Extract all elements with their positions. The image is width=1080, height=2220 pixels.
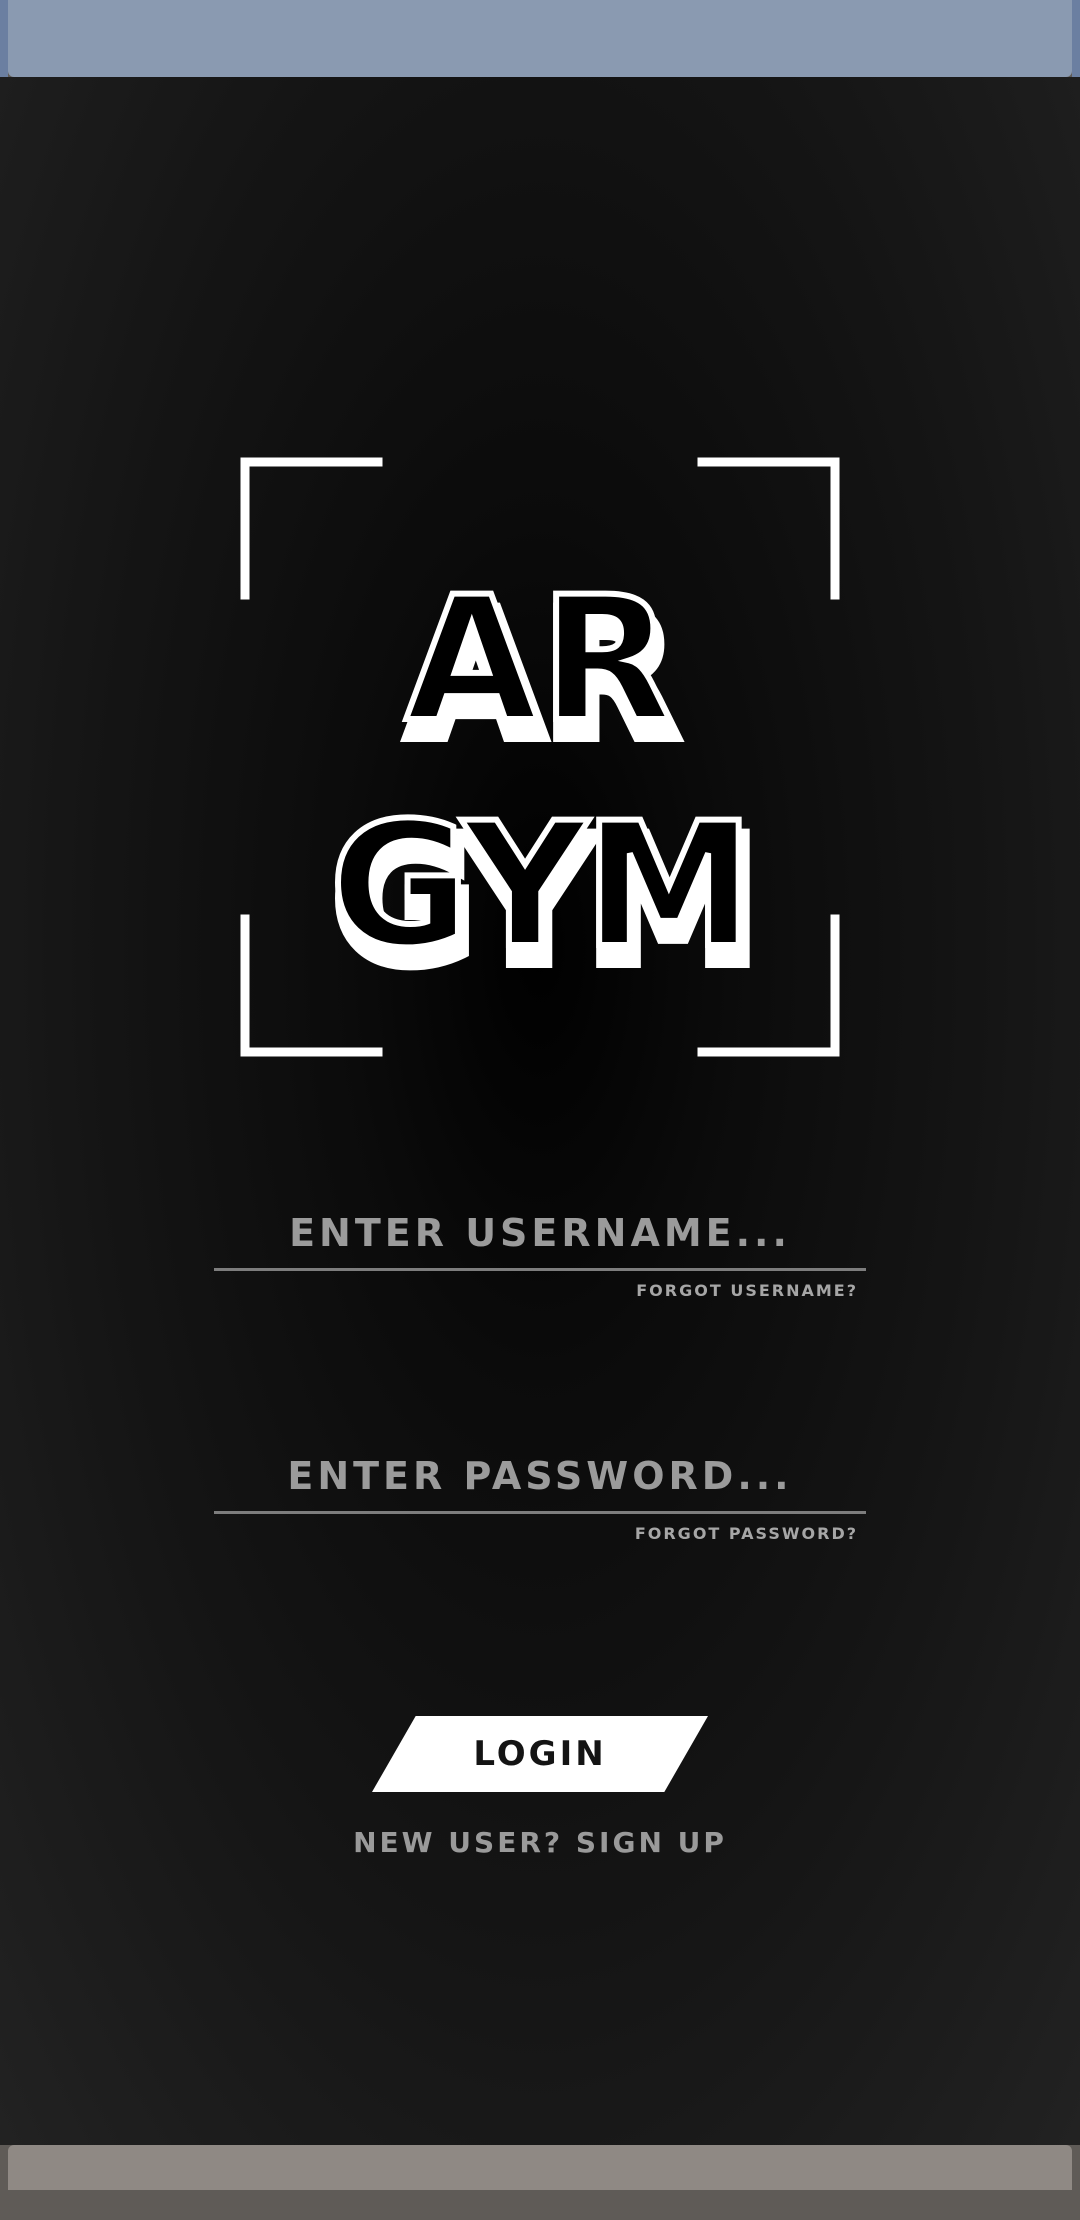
- logo-line2: GYM: [329, 785, 750, 986]
- password-field: FORGOT PASSWORD?: [214, 1441, 866, 1543]
- frame-corner-top-right: [697, 457, 840, 600]
- username-input[interactable]: [214, 1198, 866, 1268]
- scan-frame-icon: AR AR GYM GYM: [240, 457, 840, 1057]
- login-screen: AR AR GYM GYM FORGOT USERNAME? FORGOT PA…: [0, 77, 1080, 2145]
- status-bar-edge: [1072, 0, 1080, 77]
- bottom-strip: [0, 2190, 1080, 2220]
- login-button[interactable]: LOGIN: [372, 1716, 708, 1792]
- forgot-password-link[interactable]: FORGOT PASSWORD?: [214, 1524, 858, 1543]
- status-bar: [8, 0, 1072, 77]
- navigation-bar: [8, 2145, 1072, 2190]
- logo-line1: AR: [405, 559, 675, 760]
- forgot-username-link[interactable]: FORGOT USERNAME?: [214, 1281, 858, 1300]
- status-bar-edge: [0, 0, 8, 77]
- frame-corner-top-left: [240, 457, 383, 600]
- password-underline: [214, 1511, 866, 1514]
- username-field: FORGOT USERNAME?: [214, 1198, 866, 1300]
- app-logo: AR AR GYM GYM: [240, 457, 840, 1057]
- signup-link[interactable]: NEW USER? SIGN UP: [240, 1826, 840, 1859]
- app-frame: AR AR GYM GYM FORGOT USERNAME? FORGOT PA…: [0, 0, 1080, 2220]
- username-underline: [214, 1268, 866, 1271]
- password-input[interactable]: [214, 1441, 866, 1511]
